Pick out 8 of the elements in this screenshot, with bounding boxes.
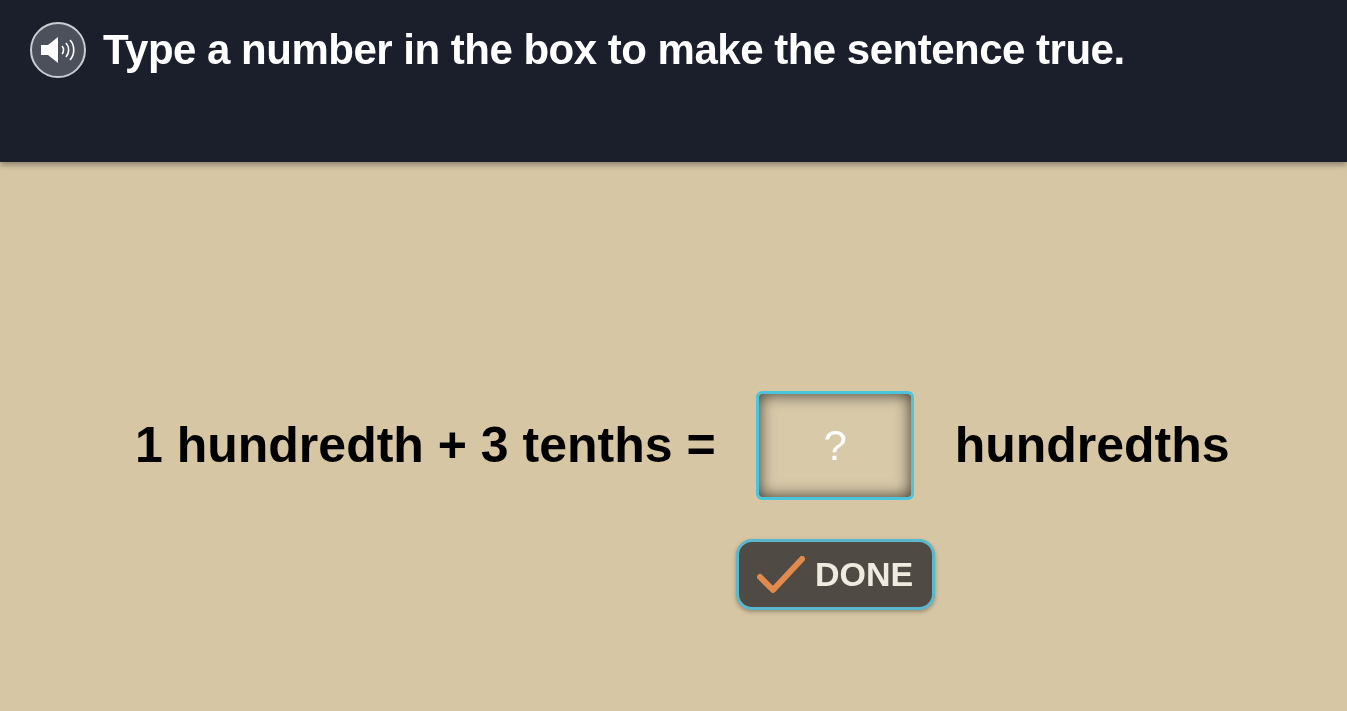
sentence-start: 1 hundredth + 3 tenths = [135, 416, 716, 475]
answer-box[interactable]: ? [756, 391, 915, 500]
speaker-icon [39, 36, 77, 64]
check-icon [757, 555, 805, 594]
instruction-title: Type a number in the box to make the sentence true. [103, 25, 1125, 75]
sentence-end: hundredths [954, 416, 1230, 475]
speaker-button[interactable] [30, 22, 86, 78]
done-button[interactable]: DONE [735, 539, 935, 610]
